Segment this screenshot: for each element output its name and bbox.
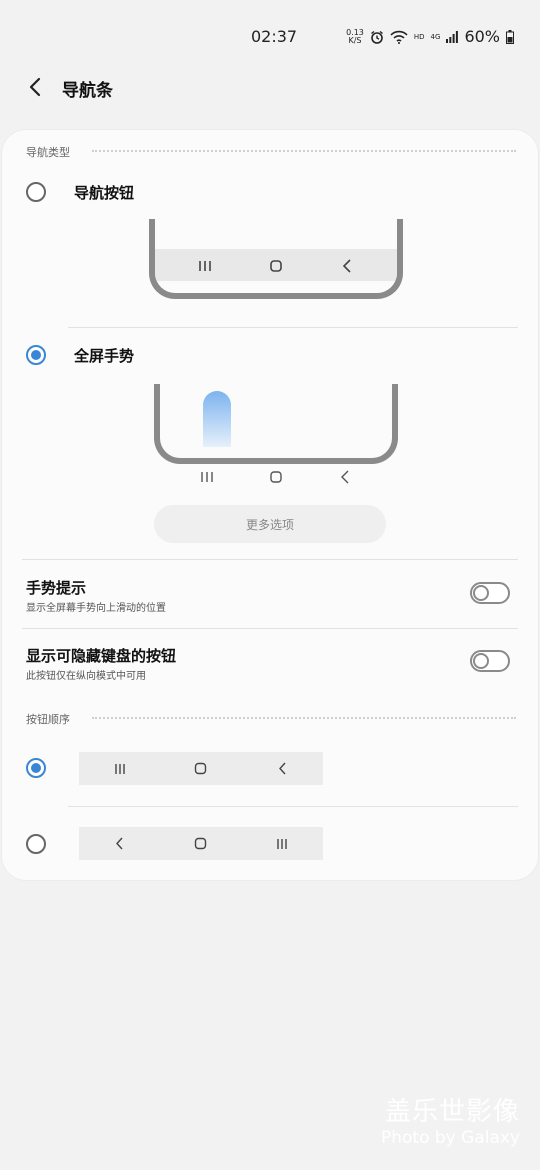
page-title: 导航条 xyxy=(62,81,113,101)
more-options-button[interactable]: 更多选项 xyxy=(154,505,386,543)
recents-icon xyxy=(270,834,294,854)
watermark-line1: 盖乐世影像 xyxy=(384,1097,520,1127)
status-bar: 02:37 0.13 K/S HD 4G 60% xyxy=(0,0,540,70)
back-icon xyxy=(108,834,132,854)
section-divider xyxy=(92,717,516,719)
gestures-preview xyxy=(154,384,398,464)
radio-order-recents-home-back[interactable] xyxy=(26,758,46,778)
divider xyxy=(68,806,518,807)
divider xyxy=(22,628,518,629)
toggle-knob xyxy=(473,653,489,669)
preview-nav-icons xyxy=(170,256,382,276)
radio-full-screen-gestures[interactable] xyxy=(26,345,46,365)
recents-icon xyxy=(195,467,219,487)
signal-icon xyxy=(446,30,459,43)
home-icon xyxy=(189,759,213,779)
section-label-button-order: 按钮顺序 xyxy=(26,713,70,726)
status-time: 02:37 xyxy=(251,27,298,46)
watermark: 盖乐世影像 Photo by Galaxy xyxy=(381,1091,520,1148)
button-order-option-2[interactable] xyxy=(79,827,323,860)
button-order-option-1[interactable] xyxy=(79,752,323,785)
toggle-knob xyxy=(473,585,489,601)
network-type: 4G xyxy=(430,32,441,41)
battery-percent: 60% xyxy=(464,27,500,46)
hide-keyboard-toggle[interactable] xyxy=(470,650,510,672)
watermark-line2: Photo by Galaxy xyxy=(380,1128,520,1148)
back-icon xyxy=(270,759,294,779)
hide-keyboard-title[interactable]: 显示可隐藏键盘的按钮 xyxy=(26,645,176,666)
gesture-area-icons xyxy=(172,467,380,487)
divider xyxy=(68,327,518,328)
home-icon xyxy=(264,467,288,487)
swipe-hint-pill xyxy=(203,391,231,447)
battery-icon xyxy=(506,29,514,44)
option-label-nav-buttons[interactable]: 导航按钮 xyxy=(74,182,134,203)
radio-order-back-home-recents[interactable] xyxy=(26,834,46,854)
back-button[interactable] xyxy=(20,74,50,100)
alarm-icon xyxy=(370,30,383,44)
top-app-bar: 导航条 xyxy=(0,62,540,112)
recents-icon xyxy=(193,256,217,276)
divider xyxy=(22,559,518,560)
hd-badge: HD xyxy=(413,32,425,41)
option-label-full-screen-gestures[interactable]: 全屏手势 xyxy=(74,345,134,366)
chevron-left-icon xyxy=(29,77,41,97)
radio-nav-buttons[interactable] xyxy=(26,182,46,202)
gesture-hint-title[interactable]: 手势提示 xyxy=(26,577,86,598)
home-icon xyxy=(264,256,288,276)
back-icon xyxy=(335,256,359,276)
back-icon xyxy=(333,467,357,487)
hide-keyboard-subtitle: 此按钮仅在纵向模式中可用 xyxy=(26,671,146,682)
wifi-icon xyxy=(390,30,408,44)
section-divider xyxy=(92,150,516,152)
recents-icon xyxy=(108,759,132,779)
gesture-hint-toggle[interactable] xyxy=(470,582,510,604)
home-icon xyxy=(189,834,213,854)
status-icons: 0.13 K/S HD 4G 60% xyxy=(346,27,514,46)
section-label-nav-type: 导航类型 xyxy=(26,146,70,159)
network-speed: 0.13 K/S xyxy=(346,27,364,45)
gesture-hint-subtitle: 显示全屏幕手势向上滑动的位置 xyxy=(26,603,166,614)
